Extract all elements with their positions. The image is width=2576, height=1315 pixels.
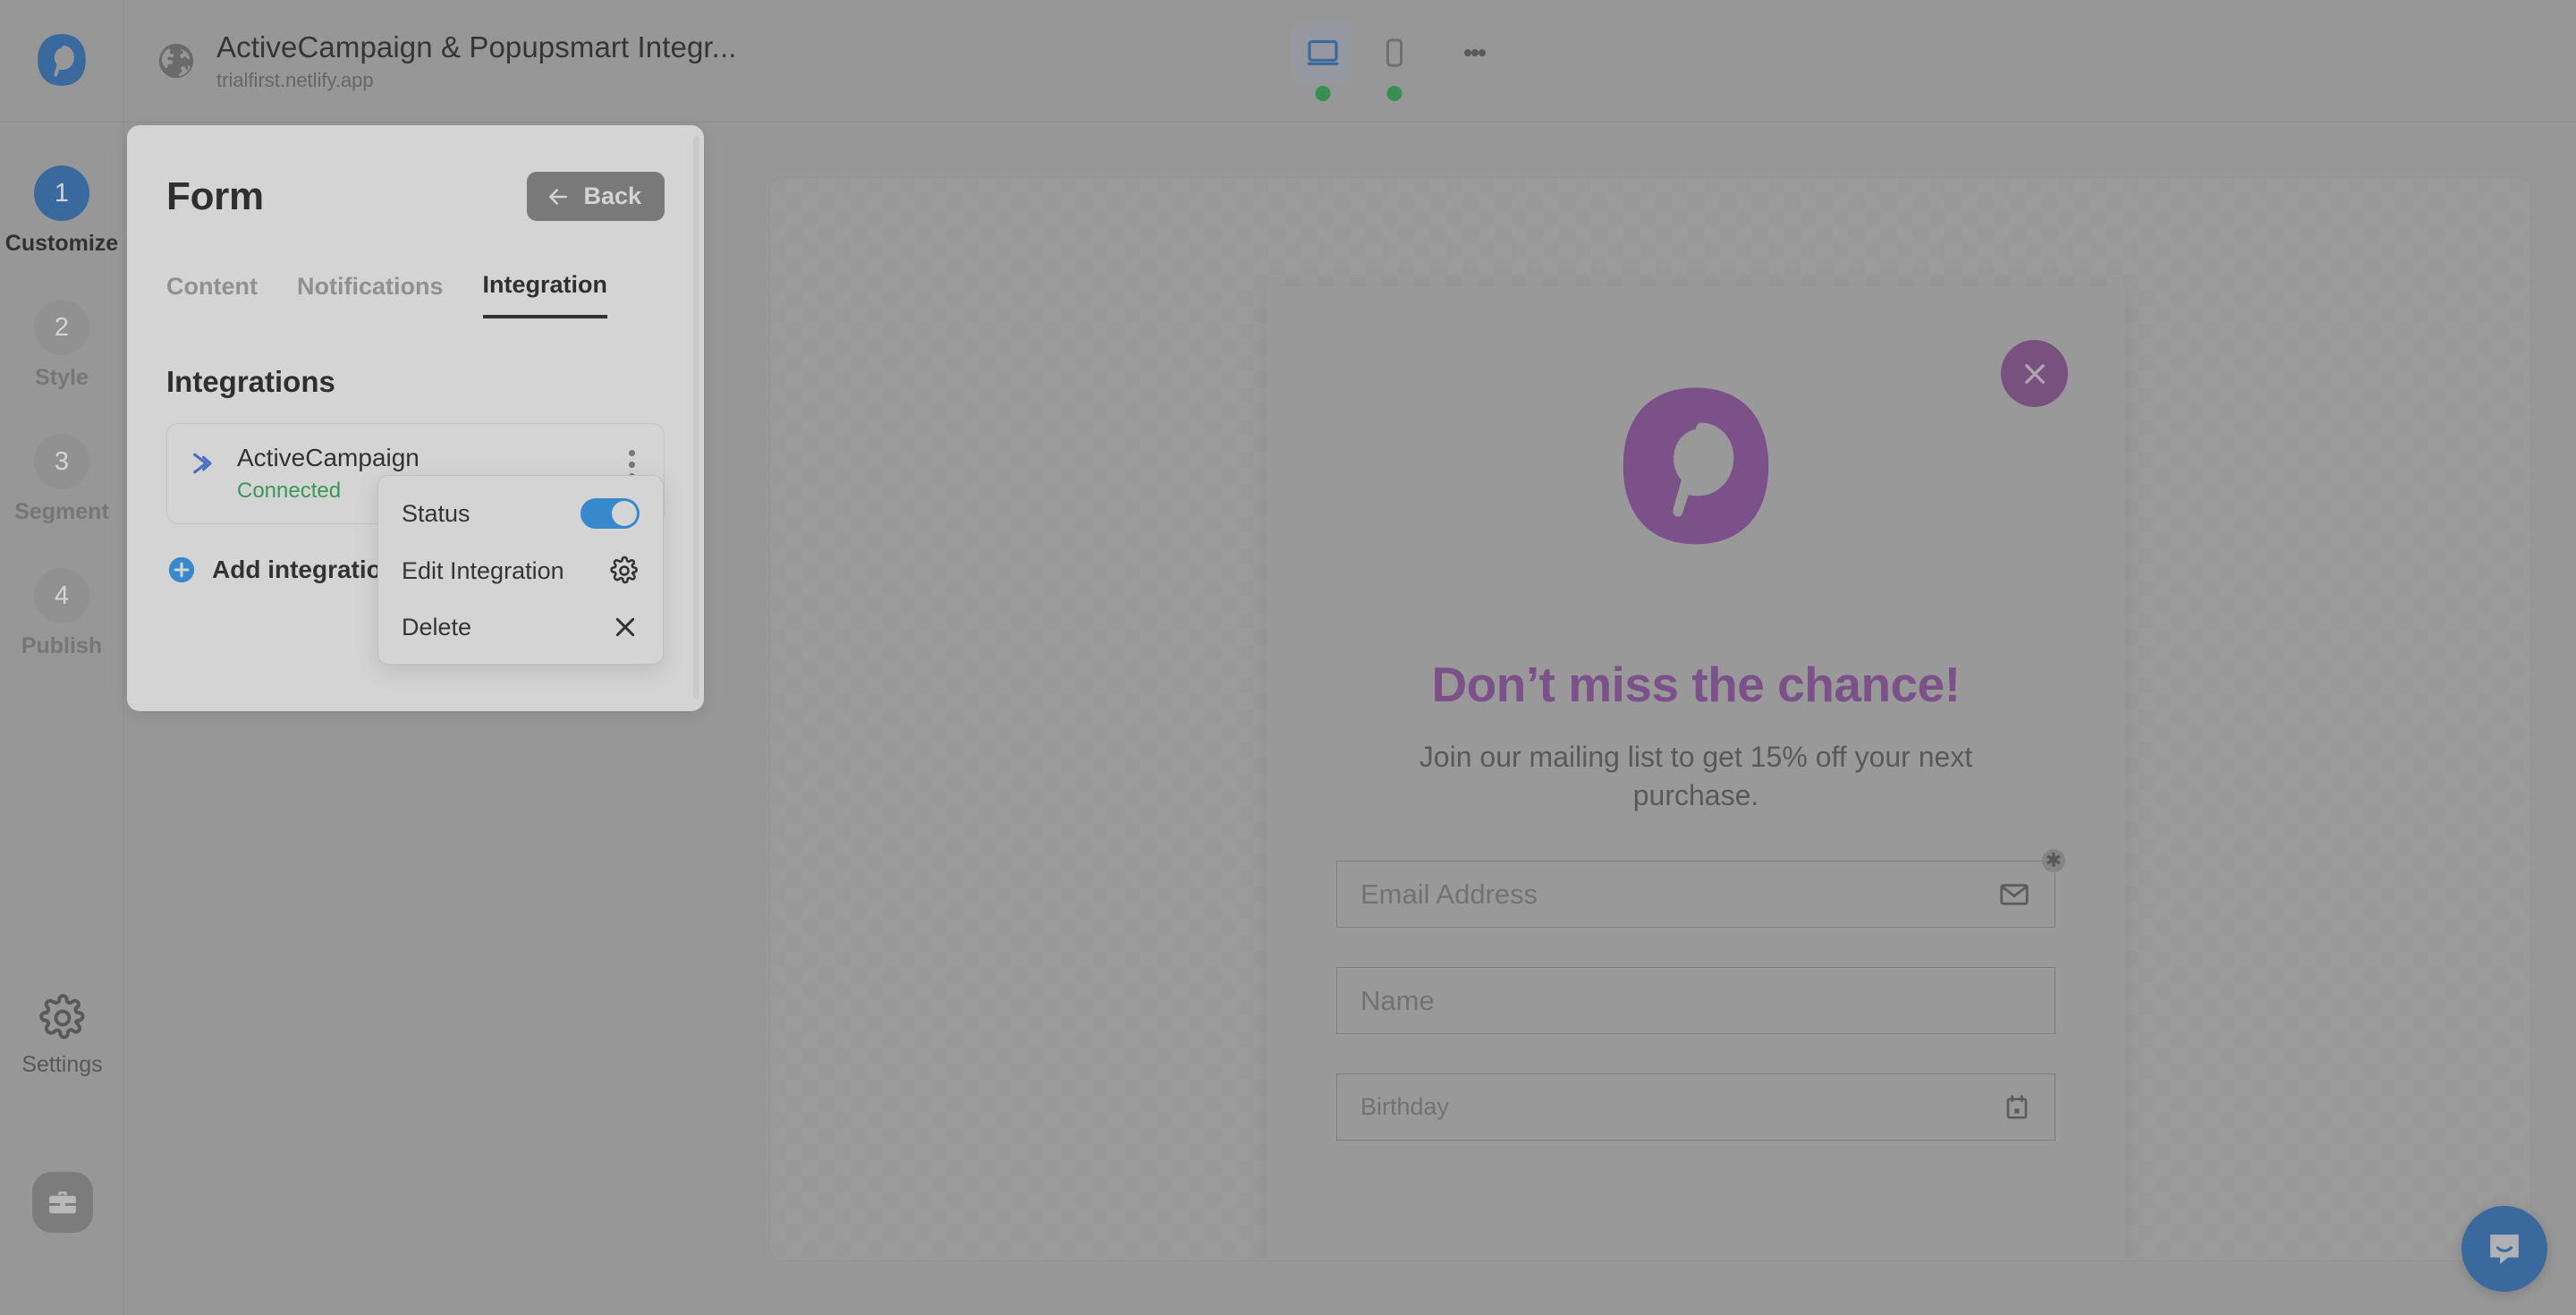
popupsmart-logo-icon	[1623, 387, 1769, 545]
activecampaign-icon	[193, 453, 212, 474]
top-bar: ActiveCampaign & Popupsmart Integr... tr…	[0, 0, 2576, 123]
popup-close-button[interactable]	[2001, 340, 2068, 407]
close-x-icon	[2024, 363, 2045, 384]
integrations-section-title: Integrations	[166, 365, 335, 398]
sidebar-item-settings[interactable]: Settings	[0, 993, 124, 1078]
name-field[interactable]: Name	[1336, 967, 2055, 1035]
desktop-status-dot	[1315, 86, 1331, 101]
device-mobile-button[interactable]	[1364, 22, 1425, 101]
birthday-field[interactable]: Birthday	[1336, 1073, 2055, 1141]
step-number-badge: 4	[34, 568, 89, 624]
add-integration-label: Add integration	[212, 556, 397, 583]
calendar-icon	[2006, 1094, 2028, 1119]
chat-bubble-icon	[2490, 1234, 2519, 1265]
sidebar-item-label: Segment	[14, 499, 109, 524]
site-url: trialfirst.netlify.app	[216, 68, 374, 91]
panel-tabs: Content Notifications Integration	[166, 271, 665, 318]
panel-scrollbar[interactable]	[693, 136, 699, 700]
sidebar-item-label: Customize	[4, 231, 119, 256]
popup-subtext: Join our mailing list to get 15% off you…	[1419, 741, 1973, 811]
panel-title: Form	[166, 174, 264, 218]
back-button[interactable]: Back	[527, 172, 665, 221]
popup-heading: Don’t miss the chance!	[1431, 657, 1961, 712]
globe-icon	[158, 43, 194, 79]
step-number-badge: 2	[34, 300, 89, 355]
briefcase-button[interactable]	[32, 1172, 93, 1233]
panel-header: Form Back	[166, 172, 665, 221]
sidebar-item-publish[interactable]: 4 Publish	[0, 568, 124, 659]
add-integration-button[interactable]: Add integration	[166, 555, 397, 585]
arrow-left-icon	[549, 188, 568, 205]
menu-item-edit-integration[interactable]: Edit Integration	[378, 542, 663, 599]
device-desktop-button[interactable]	[1292, 22, 1353, 101]
popup-form-fields: Email Address ✱ Name Birthday	[1267, 849, 2125, 1141]
menu-item-label: Status	[402, 499, 470, 527]
menu-item-label: Edit Integration	[402, 556, 564, 584]
tab-notifications[interactable]: Notifications	[297, 271, 444, 318]
tab-integration[interactable]: Integration	[482, 271, 607, 318]
menu-item-delete[interactable]: Delete	[378, 599, 663, 655]
sidebar-item-label: Style	[35, 365, 89, 390]
popup-preview: Don’t miss the chance! Join our mailing …	[1267, 286, 2125, 1260]
kebab-menu-icon	[1464, 49, 1471, 56]
kebab-menu-icon	[1479, 49, 1486, 56]
mobile-status-dot	[1386, 86, 1402, 101]
sidebar-item-label: Publish	[21, 633, 103, 658]
briefcase-icon	[49, 1191, 76, 1214]
menu-item-label: Delete	[402, 613, 472, 641]
tab-content[interactable]: Content	[166, 271, 258, 318]
chat-widget-button[interactable]	[2462, 1206, 2547, 1292]
email-field[interactable]: Email Address ✱	[1336, 849, 2065, 929]
step-number-badge: 1	[34, 165, 89, 221]
email-field-placeholder: Email Address	[1360, 878, 1538, 910]
plus-circle-icon	[168, 556, 195, 583]
step-rail: 1 Customize 2 Style 3 Segment 4 Publish	[0, 123, 124, 1315]
device-preview-toolbar	[1292, 22, 1502, 101]
status-toggle[interactable]	[580, 498, 640, 529]
menu-item-status[interactable]: Status	[378, 485, 663, 542]
preview-canvas: Don’t miss the chance! Join our mailing …	[769, 177, 2531, 1261]
integration-context-menu: Status Edit Integration Delete	[377, 475, 664, 665]
preview-more-button[interactable]	[1448, 22, 1502, 83]
step-number-badge: 3	[34, 434, 89, 489]
kebab-menu-icon	[1471, 49, 1479, 56]
integration-name: ActiveCampaign	[237, 444, 419, 471]
popupsmart-logo-icon	[38, 34, 86, 86]
sidebar-item-style[interactable]: 2 Style	[0, 300, 124, 391]
kebab-menu-icon	[629, 450, 635, 456]
mobile-icon	[1386, 38, 1402, 67]
gear-icon	[610, 556, 638, 584]
required-badge: ✱	[2042, 849, 2065, 873]
envelope-icon	[2000, 883, 2029, 905]
sidebar-item-customize[interactable]: 1 Customize	[0, 165, 124, 257]
site-info: ActiveCampaign & Popupsmart Integr... tr…	[156, 30, 737, 92]
desktop-icon	[1307, 39, 1339, 65]
settings-label: Settings	[21, 1052, 103, 1077]
brand-logo-cell[interactable]	[0, 0, 124, 123]
toggle-knob	[612, 501, 637, 526]
page-title: ActiveCampaign & Popupsmart Integr...	[216, 30, 737, 64]
kebab-menu-icon	[629, 462, 635, 468]
birthday-field-placeholder: Birthday	[1360, 1093, 1450, 1121]
sidebar-item-segment[interactable]: 3 Segment	[0, 434, 124, 525]
gear-icon	[38, 994, 84, 1039]
back-button-label: Back	[583, 182, 641, 209]
name-field-placeholder: Name	[1360, 984, 1435, 1016]
app-root: ActiveCampaign & Popupsmart Integr... tr…	[0, 0, 2576, 1315]
close-x-icon	[615, 617, 635, 637]
